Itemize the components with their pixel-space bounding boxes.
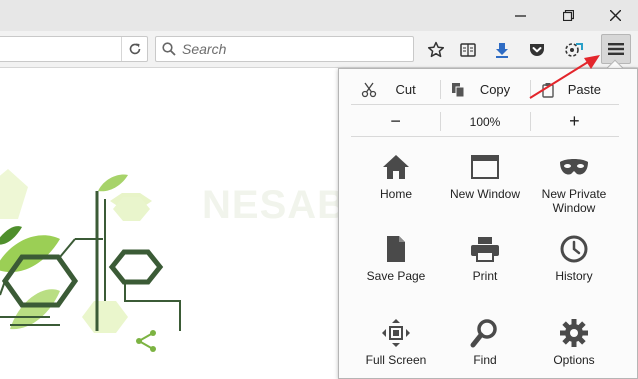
hamburger-menu-icon	[608, 43, 624, 55]
close-button[interactable]	[592, 0, 638, 31]
full-screen-button[interactable]: Full Screen	[351, 317, 441, 379]
paste-button[interactable]: Paste	[529, 75, 619, 104]
url-bar[interactable]	[0, 36, 148, 62]
navigation-toolbar	[0, 31, 638, 68]
copy-label: Copy	[479, 82, 511, 97]
print-label: Print	[472, 269, 498, 283]
save-page-icon	[387, 236, 405, 262]
new-window-button[interactable]: New Window	[440, 151, 530, 231]
close-icon	[609, 10, 621, 21]
zoom-out-button[interactable]: −	[351, 107, 440, 136]
search-input[interactable]	[182, 41, 402, 57]
reload-button[interactable]	[121, 37, 147, 61]
reading-list-icon	[460, 43, 476, 57]
restore-icon	[562, 10, 574, 21]
find-icon	[470, 319, 497, 348]
cut-label: Cut	[395, 82, 416, 97]
fullscreen-icon	[382, 319, 410, 347]
reload-icon	[129, 43, 140, 55]
zoom-out-label: −	[390, 111, 401, 131]
paste-icon	[541, 83, 554, 98]
hamburger-menu-panel: Cut Copy Paste − 100% + Home New Window …	[338, 68, 638, 379]
hamburger-menu-button[interactable]	[601, 34, 631, 64]
zoom-level-label: 100%	[469, 114, 501, 129]
save-page-label: Save Page	[366, 269, 426, 283]
zoom-reset-button[interactable]: 100%	[440, 107, 529, 136]
minimize-button[interactable]	[497, 0, 543, 31]
cut-button[interactable]: Cut	[351, 75, 440, 104]
full-screen-label: Full Screen	[365, 353, 427, 367]
new-private-window-button[interactable]: New Private Window	[529, 151, 619, 231]
find-button[interactable]: Find	[440, 317, 530, 379]
addon-icon	[565, 43, 583, 57]
copy-icon	[452, 83, 465, 98]
print-icon	[471, 237, 499, 262]
zoom-controls-row: − 100% +	[351, 107, 619, 137]
bookmark-star-button[interactable]	[424, 38, 448, 62]
downloads-button[interactable]	[490, 38, 514, 62]
paste-label: Paste	[567, 82, 601, 97]
pocket-button[interactable]	[525, 38, 549, 62]
find-label: Find	[473, 353, 497, 367]
new-window-label: New Window	[449, 187, 521, 201]
new-private-window-label: New Private Window	[541, 187, 607, 215]
restore-button[interactable]	[545, 0, 591, 31]
search-icon	[162, 42, 176, 56]
save-page-button[interactable]: Save Page	[351, 233, 441, 313]
search-bar[interactable]	[155, 36, 414, 62]
downloads-icon	[496, 43, 508, 58]
print-button[interactable]: Print	[440, 233, 530, 313]
history-icon	[560, 235, 588, 263]
zoom-in-label: +	[569, 111, 580, 131]
addon-button[interactable]	[562, 38, 586, 62]
copy-button[interactable]: Copy	[440, 75, 529, 104]
home-icon	[383, 155, 409, 179]
scissors-icon	[361, 82, 377, 98]
home-label: Home	[379, 187, 412, 201]
options-button[interactable]: Options	[529, 317, 619, 379]
edit-controls-row: Cut Copy Paste	[351, 75, 619, 105]
history-label: History	[555, 269, 593, 283]
private-mask-icon	[560, 159, 588, 175]
options-label: Options	[553, 353, 595, 367]
reading-list-button[interactable]	[456, 38, 480, 62]
new-window-icon	[471, 155, 499, 179]
title-bar	[0, 0, 638, 31]
zoom-in-button[interactable]: +	[529, 107, 619, 136]
home-button[interactable]: Home	[351, 151, 441, 231]
pocket-icon	[530, 44, 544, 56]
history-button[interactable]: History	[529, 233, 619, 313]
star-icon	[427, 41, 445, 58]
minimize-icon	[514, 15, 526, 17]
options-gear-icon	[560, 319, 588, 347]
